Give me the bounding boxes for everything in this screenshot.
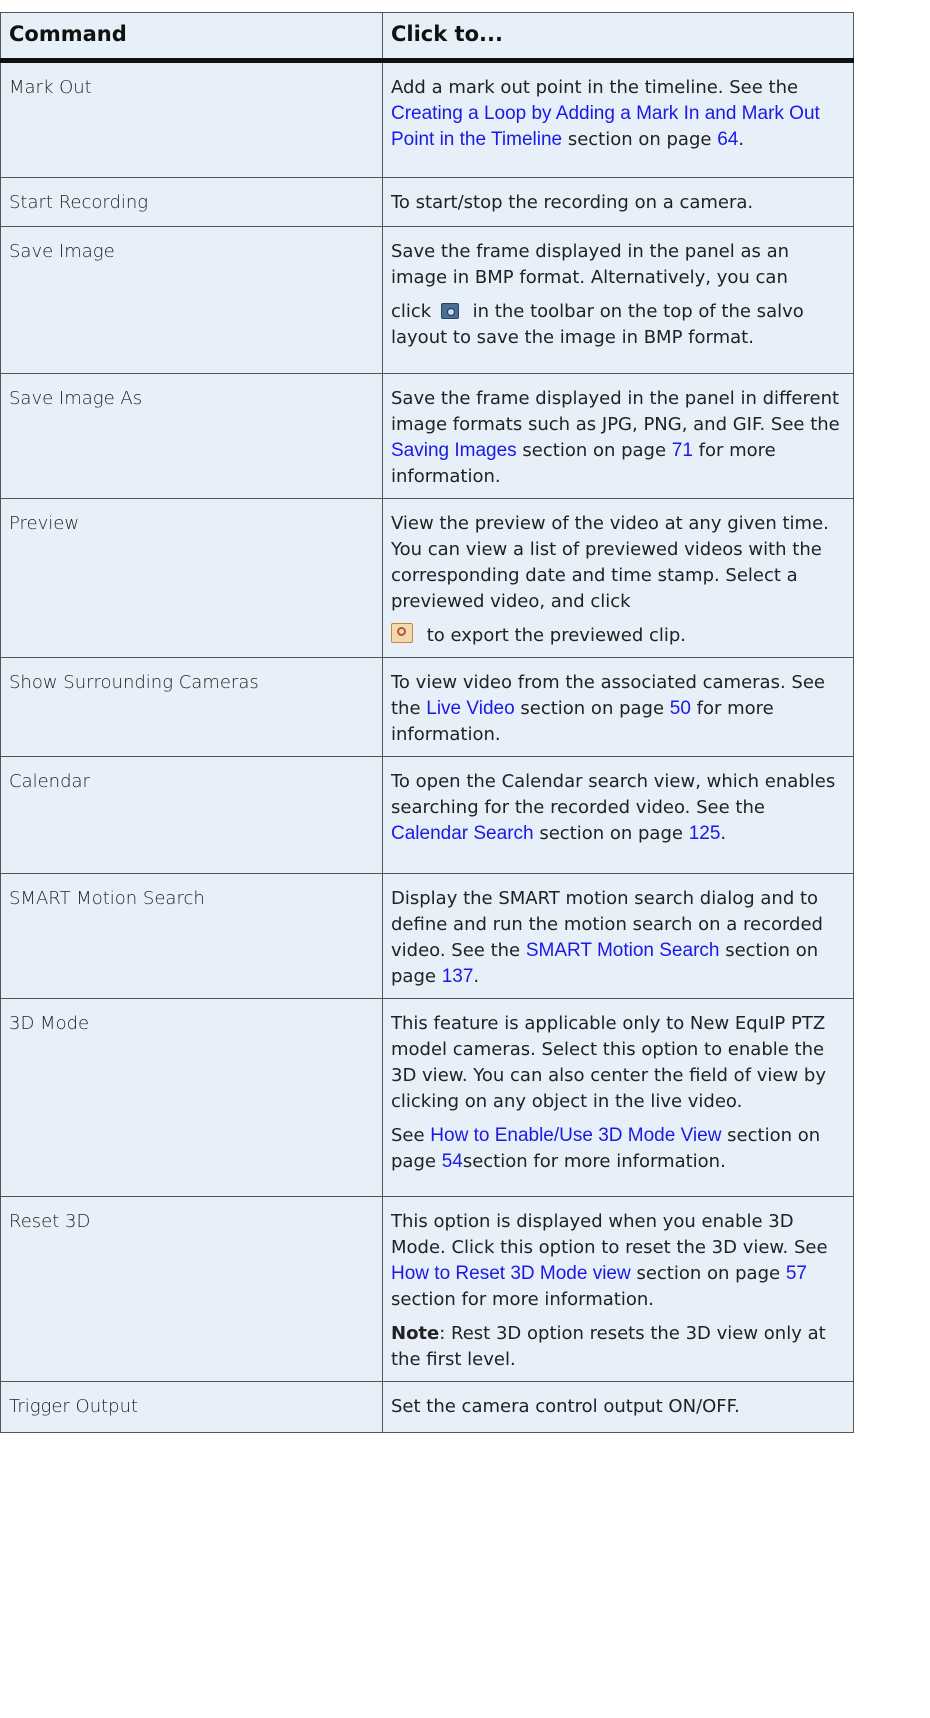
- cross-reference-link[interactable]: 50: [670, 698, 691, 719]
- description-text: To start/stop the recording on a camera.: [391, 192, 754, 213]
- command-cell: Save Image: [0, 226, 383, 374]
- description-text: .: [473, 966, 480, 987]
- table-row: 3D Mode This feature is applicable only t…: [0, 998, 854, 1197]
- cross-reference-link[interactable]: 125: [689, 823, 721, 844]
- description-cell: View the preview of the video at any giv…: [382, 498, 854, 658]
- description-text: section on page: [516, 440, 672, 461]
- cross-reference-link[interactable]: 137: [442, 966, 474, 987]
- command-cell: Mark Out: [0, 60, 383, 178]
- command-cell: 3D Mode: [0, 998, 383, 1197]
- table-row: Reset 3D This option is displayed when yo…: [0, 1196, 854, 1382]
- table-row: SMART Motion Search Display the SMART mot…: [0, 873, 854, 999]
- description-cell: This feature is applicable only to New E…: [382, 998, 854, 1197]
- cross-reference-link[interactable]: Saving Images: [391, 440, 517, 461]
- cross-reference-link[interactable]: 57: [786, 1263, 807, 1284]
- table-row: Trigger Output Set the camera control out…: [0, 1381, 854, 1433]
- header-click-to: Click to...: [382, 12, 854, 63]
- description-text: to export the previewed clip.: [421, 625, 687, 646]
- description-cell: Display the SMART motion search dialog a…: [382, 873, 854, 999]
- export-clip-icon: [391, 623, 413, 643]
- command-cell: SMART Motion Search: [0, 873, 383, 999]
- command-cell: Calendar: [0, 756, 383, 874]
- command-table: Command Click to... Mark Out Add a mark o…: [0, 12, 854, 1433]
- description-text: This feature is applicable only to New E…: [391, 1013, 826, 1112]
- description-cell: Add a mark out point in the timeline. Se…: [382, 60, 854, 178]
- cross-reference-link[interactable]: SMART Motion Search: [526, 940, 720, 961]
- command-cell: Reset 3D: [0, 1196, 383, 1382]
- table-row: Calendar To open the Calendar search view…: [0, 756, 854, 874]
- description-cell: This option is displayed when you enable…: [382, 1196, 854, 1382]
- command-cell: Show Surrounding Cameras: [0, 657, 383, 757]
- table-row: Save Image Save the frame displayed in th…: [0, 226, 854, 374]
- description-text: section on page: [533, 823, 689, 844]
- description-text: section on page: [514, 698, 670, 719]
- table-row: Preview View the preview of the video at …: [0, 498, 854, 658]
- description-text: section for more information.: [462, 1151, 726, 1172]
- table-row: Start Recording To start/stop the recordi…: [0, 177, 854, 227]
- description-text: Add a mark out point in the timeline. Se…: [391, 77, 799, 98]
- description-text: section for more information.: [391, 1289, 654, 1310]
- table-row: Mark Out Add a mark out point in the time…: [0, 60, 854, 178]
- description-cell: Save the frame displayed in the panel as…: [382, 226, 854, 374]
- description-text: click: [391, 301, 437, 322]
- command-cell: Preview: [0, 498, 383, 658]
- cross-reference-link[interactable]: 64: [717, 129, 738, 150]
- description-text: Save the frame displayed in the panel in…: [391, 388, 840, 435]
- command-cell: Start Recording: [0, 177, 383, 227]
- description-cell: To start/stop the recording on a camera.: [382, 177, 854, 227]
- command-cell: Trigger Output: [0, 1381, 383, 1433]
- description-text: View the preview of the video at any giv…: [391, 513, 829, 612]
- cross-reference-link[interactable]: How to Enable/Use 3D Mode View: [430, 1125, 721, 1146]
- description-cell: To open the Calendar search view, which …: [382, 756, 854, 874]
- description-text: .: [738, 129, 745, 150]
- table-row: Show Surrounding Cameras To view video fr…: [0, 657, 854, 757]
- cross-reference-link[interactable]: Calendar Search: [391, 823, 534, 844]
- description-text: Save the frame displayed in the panel as…: [391, 241, 790, 288]
- cross-reference-link[interactable]: 71: [672, 440, 693, 461]
- table-row: Save Image As Save the frame displayed in…: [0, 373, 854, 499]
- description-text: section on page: [562, 129, 718, 150]
- header-command: Command: [0, 12, 383, 63]
- cross-reference-link[interactable]: Live Video: [426, 698, 514, 719]
- description-text: .: [720, 823, 727, 844]
- description-text: Set the camera control output ON/OFF.: [391, 1396, 740, 1417]
- description-text: : Rest 3D option resets the 3D view only…: [391, 1323, 826, 1370]
- description-cell: Set the camera control output ON/OFF.: [382, 1381, 854, 1433]
- note-label: Note: [391, 1323, 440, 1344]
- command-cell: Save Image As: [0, 373, 383, 499]
- cross-reference-link[interactable]: 54: [442, 1151, 463, 1172]
- description-text: See: [391, 1125, 431, 1146]
- table-header-row: Command Click to...: [0, 12, 854, 63]
- description-cell: Save the frame displayed in the panel in…: [382, 373, 854, 499]
- cross-reference-link[interactable]: How to Reset 3D Mode view: [391, 1263, 631, 1284]
- command-table-container: Command Click to... Mark Out Add a mark o…: [0, 12, 854, 1433]
- description-text: To open the Calendar search view, which …: [391, 771, 836, 818]
- description-text: This option is displayed when you enable…: [391, 1211, 828, 1258]
- description-cell: To view video from the associated camera…: [382, 657, 854, 757]
- camera-snapshot-icon: [440, 303, 459, 319]
- description-text: section on page: [630, 1263, 786, 1284]
